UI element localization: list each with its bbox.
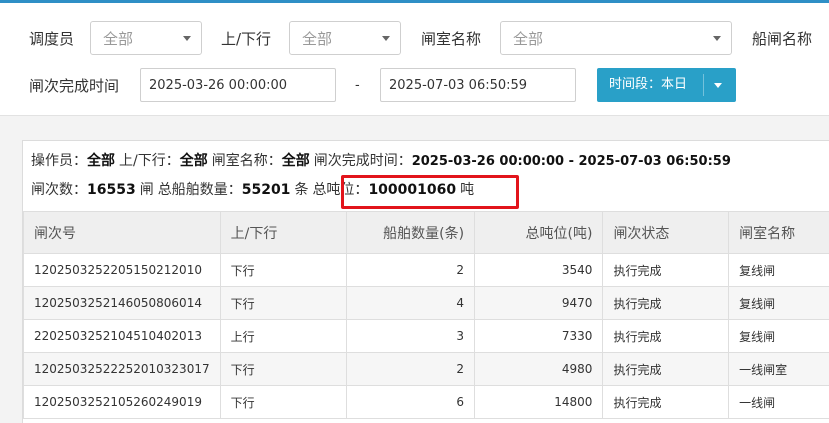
cell-tonnage: 7330 bbox=[475, 320, 603, 353]
lock-name-label: 船闸名称 bbox=[752, 29, 812, 49]
column-header-ship-count[interactable]: 船舶数量(条) bbox=[347, 212, 475, 254]
cell-tonnage: 14800 bbox=[475, 386, 603, 419]
summary-ships-value: 55201 bbox=[242, 182, 291, 198]
cell-status: 执行完成 bbox=[603, 386, 729, 419]
time-period-button[interactable]: 时间段：本日 bbox=[597, 68, 736, 102]
summary-chamber-label: 闸室名称： bbox=[212, 153, 282, 169]
cell-ship-count: 2 bbox=[347, 353, 475, 386]
range-dash: - bbox=[355, 76, 360, 96]
table-row[interactable]: 1202503252146050806014 下行 4 9470 执行完成 复线… bbox=[24, 287, 829, 320]
column-header-lock-id[interactable]: 闸次号 bbox=[24, 212, 221, 254]
filter-panel: 调度员 全部 上/下行 全部 闸室名称 全部 船闸名称 闸次完成时间 2025-… bbox=[0, 3, 829, 116]
cell-direction: 下行 bbox=[220, 254, 347, 287]
table-row[interactable]: 1202503252105260249019 下行 6 14800 执行完成 一… bbox=[24, 386, 829, 419]
cell-direction: 下行 bbox=[220, 287, 347, 320]
chevron-down-icon bbox=[382, 36, 390, 41]
cell-direction: 上行 bbox=[220, 320, 347, 353]
cell-lock-id: 1202503252205150212010 bbox=[24, 254, 221, 287]
cell-ship-count: 2 bbox=[347, 254, 475, 287]
summary-count-label: 闸次数： bbox=[31, 182, 87, 198]
chevron-down-icon bbox=[183, 36, 191, 41]
cell-chamber: 复线闸 bbox=[729, 254, 829, 287]
cell-lock-id: 1202503252146050806014 bbox=[24, 287, 221, 320]
end-time-input[interactable]: 2025-07-03 06:50:59 bbox=[380, 68, 576, 102]
column-header-chamber[interactable]: 闸室名称 bbox=[729, 212, 829, 254]
cell-lock-id: 2202503252104510402013 bbox=[24, 320, 221, 353]
summary-line-1: 操作员：全部上/下行：全部闸室名称：全部闸次完成时间：2025-03-26 00… bbox=[31, 151, 731, 172]
chamber-select-value: 全部 bbox=[513, 29, 543, 49]
cell-status: 执行完成 bbox=[603, 287, 729, 320]
direction-select[interactable]: 全部 bbox=[289, 21, 401, 55]
summary-time-label: 闸次完成时间： bbox=[314, 153, 412, 169]
cell-ship-count: 6 bbox=[347, 386, 475, 419]
operator-select[interactable]: 全部 bbox=[90, 21, 202, 55]
chamber-label: 闸室名称 bbox=[421, 29, 481, 49]
column-header-status[interactable]: 闸次状态 bbox=[603, 212, 729, 254]
cell-chamber: 一线闸室 bbox=[729, 353, 829, 386]
table-header-row: 闸次号 上/下行 船舶数量(条) 总吨位(吨) 闸次状态 闸室名称 bbox=[24, 212, 829, 254]
summary-direction-label: 上/下行： bbox=[119, 153, 180, 169]
summary-direction-value: 全部 bbox=[180, 153, 208, 169]
table-row[interactable]: 12025032522252010323017 下行 2 4980 执行完成 一… bbox=[24, 353, 829, 386]
cell-status: 执行完成 bbox=[603, 320, 729, 353]
table-row[interactable]: 1202503252205150212010 下行 2 3540 执行完成 复线… bbox=[24, 254, 829, 287]
time-period-label: 时间段：本日 bbox=[609, 76, 687, 94]
summary-count-value: 16553 bbox=[87, 182, 136, 198]
summary-operator-value: 全部 bbox=[87, 153, 115, 169]
summary-ships-unit: 条 bbox=[294, 182, 308, 198]
operator-label: 调度员 bbox=[29, 29, 74, 49]
chevron-down-icon bbox=[713, 36, 721, 41]
cell-status: 执行完成 bbox=[603, 254, 729, 287]
summary-operator-label: 操作员： bbox=[31, 153, 87, 169]
cell-direction: 下行 bbox=[220, 386, 347, 419]
summary-ships-label: 总船舶数量： bbox=[158, 182, 242, 198]
chevron-down-icon[interactable] bbox=[714, 83, 722, 88]
summary-count-unit: 闸 bbox=[140, 182, 154, 198]
cell-chamber: 一线闸 bbox=[729, 386, 829, 419]
column-header-tonnage[interactable]: 总吨位(吨) bbox=[475, 212, 603, 254]
cell-ship-count: 3 bbox=[347, 320, 475, 353]
cell-direction: 下行 bbox=[220, 353, 347, 386]
button-divider bbox=[703, 74, 704, 96]
direction-label: 上/下行 bbox=[221, 29, 271, 49]
result-panel: 操作员：全部上/下行：全部闸室名称：全部闸次完成时间：2025-03-26 00… bbox=[22, 140, 829, 423]
cell-chamber: 复线闸 bbox=[729, 287, 829, 320]
operator-select-value: 全部 bbox=[103, 29, 133, 49]
tonnage-highlight-box bbox=[341, 175, 519, 209]
summary-chamber-value: 全部 bbox=[282, 153, 310, 169]
cell-ship-count: 4 bbox=[347, 287, 475, 320]
cell-status: 执行完成 bbox=[603, 353, 729, 386]
cell-tonnage: 4980 bbox=[475, 353, 603, 386]
cell-tonnage: 3540 bbox=[475, 254, 603, 287]
table-row[interactable]: 2202503252104510402013 上行 3 7330 执行完成 复线… bbox=[24, 320, 829, 353]
start-time-value: 2025-03-26 00:00:00 bbox=[149, 77, 287, 95]
column-header-direction[interactable]: 上/下行 bbox=[220, 212, 347, 254]
time-label: 闸次完成时间 bbox=[29, 76, 119, 96]
cell-lock-id: 12025032522252010323017 bbox=[24, 353, 221, 386]
direction-select-value: 全部 bbox=[302, 29, 332, 49]
chamber-select[interactable]: 全部 bbox=[500, 21, 732, 55]
start-time-input[interactable]: 2025-03-26 00:00:00 bbox=[140, 68, 336, 102]
lock-records-table: 闸次号 上/下行 船舶数量(条) 总吨位(吨) 闸次状态 闸室名称 120250… bbox=[23, 211, 829, 419]
cell-chamber: 复线闸 bbox=[729, 320, 829, 353]
cell-lock-id: 1202503252105260249019 bbox=[24, 386, 221, 419]
cell-tonnage: 9470 bbox=[475, 287, 603, 320]
summary-time-value: 2025-03-26 00:00:00 - 2025-07-03 06:50:5… bbox=[412, 154, 731, 169]
end-time-value: 2025-07-03 06:50:59 bbox=[389, 77, 527, 95]
